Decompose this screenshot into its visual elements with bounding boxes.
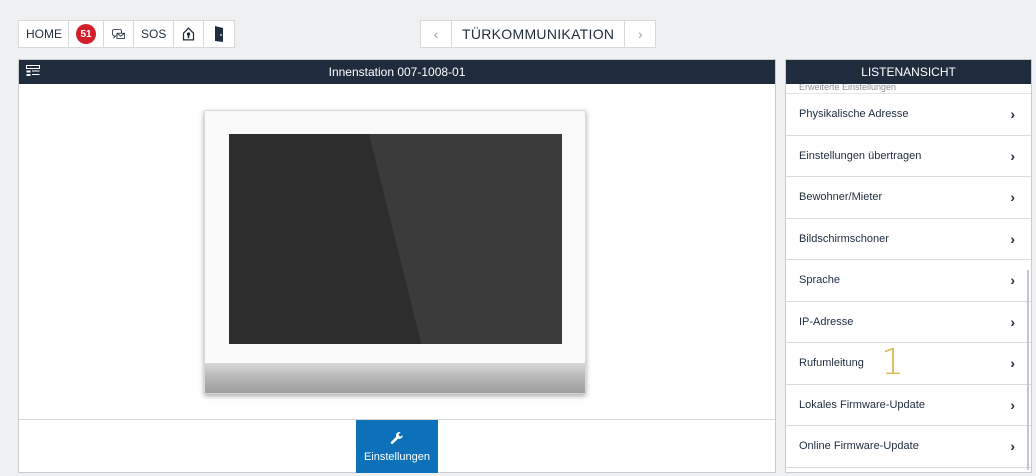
security-button[interactable] <box>174 21 205 47</box>
layout-toggle-icon[interactable] <box>26 65 40 77</box>
step-marker: 1 <box>881 342 904 383</box>
scrollbar[interactable] <box>1027 270 1029 470</box>
list-item-label: Lokales Firmware-Update <box>799 398 925 411</box>
alarm-count-badge: 51 <box>76 24 96 44</box>
settings-list: Erweiterte Einstellungen Physikalische A… <box>786 84 1031 468</box>
sos-button[interactable]: SOS <box>134 21 175 47</box>
list-item-physical-address[interactable]: Physikalische Adresse › <box>786 94 1031 136</box>
list-item-language[interactable]: Sprache › <box>786 260 1031 302</box>
device-panel-title: Innenstation 007-1008-01 <box>328 65 466 79</box>
device-preview <box>19 84 775 419</box>
settings-button[interactable]: Einstellungen <box>356 420 438 473</box>
chevron-left-icon[interactable]: ‹ <box>421 21 451 47</box>
chevron-right-icon: › <box>1010 189 1015 206</box>
device-steel-bar <box>205 363 585 393</box>
home-label: HOME <box>26 27 62 41</box>
list-item-label: Physikalische Adresse <box>799 108 909 121</box>
wrench-icon <box>390 431 403 444</box>
list-item-transfer-settings[interactable]: Einstellungen übertragen › <box>786 136 1031 177</box>
indoor-station-image <box>204 110 586 394</box>
top-toolbar: HOME 51 SOS ‹ TÜRKOMMUNIKATION › <box>0 0 1036 58</box>
device-panel: Innenstation 007-1008-01 Einstellungen <box>18 59 776 473</box>
device-screen <box>229 134 562 344</box>
quick-access-bar: HOME 51 SOS <box>18 20 236 48</box>
message-icon <box>112 29 125 39</box>
chevron-right-icon: › <box>1010 106 1015 123</box>
list-item-label: Einstellungen übertragen <box>799 149 922 162</box>
chevron-right-icon: › <box>1010 396 1015 413</box>
list-item-label: Online Firmware-Update <box>799 440 919 453</box>
page-navigation: ‹ TÜRKOMMUNIKATION › <box>420 20 657 48</box>
list-item-residents[interactable]: Bewohner/Mieter › <box>786 177 1031 219</box>
door-icon <box>215 26 224 42</box>
list-item-local-firmware-update[interactable]: Lokales Firmware-Update › <box>786 385 1031 426</box>
page-title: TÜRKOMMUNIKATION <box>451 21 626 47</box>
shield-house-icon <box>183 27 195 41</box>
list-item-label: IP-Adresse <box>799 315 854 328</box>
list-item-screensaver[interactable]: Bildschirmschoner › <box>786 219 1031 260</box>
chevron-right-icon: › <box>1010 355 1015 372</box>
list-item-call-forwarding[interactable]: Rufumleitung 1 › <box>786 343 1031 385</box>
list-view-header: LISTENANSICHT <box>786 60 1031 84</box>
alarm-badge-button[interactable]: 51 <box>69 21 104 47</box>
list-view-panel: LISTENANSICHT Erweiterte Einstellungen P… <box>785 59 1032 473</box>
list-item-online-firmware-update[interactable]: Online Firmware-Update › <box>786 426 1031 468</box>
device-panel-header: Innenstation 007-1008-01 <box>19 60 775 84</box>
chevron-right-icon[interactable]: › <box>625 21 655 47</box>
list-item-label: Bewohner/Mieter <box>799 191 883 204</box>
message-button[interactable] <box>104 21 134 47</box>
list-item-label: Sprache <box>799 274 840 287</box>
section-header: Erweiterte Einstellungen <box>786 84 1031 94</box>
chevron-right-icon: › <box>1010 230 1015 247</box>
chevron-right-icon: › <box>1010 147 1015 164</box>
door-button[interactable] <box>204 21 234 47</box>
chevron-right-icon: › <box>1010 272 1015 289</box>
chevron-right-icon: › <box>1010 438 1015 455</box>
settings-button-label: Einstellungen <box>363 450 431 463</box>
list-item-label: Bildschirmschoner <box>799 232 889 245</box>
sos-label: SOS <box>141 27 167 41</box>
device-panel-footer: Einstellungen <box>19 419 775 473</box>
chevron-right-icon: › <box>1010 313 1015 330</box>
list-item-ip-address[interactable]: IP-Adresse › <box>786 302 1031 343</box>
home-button[interactable]: HOME <box>19 21 69 47</box>
list-item-label: Rufumleitung <box>799 357 864 370</box>
screen-reflection <box>369 134 562 344</box>
